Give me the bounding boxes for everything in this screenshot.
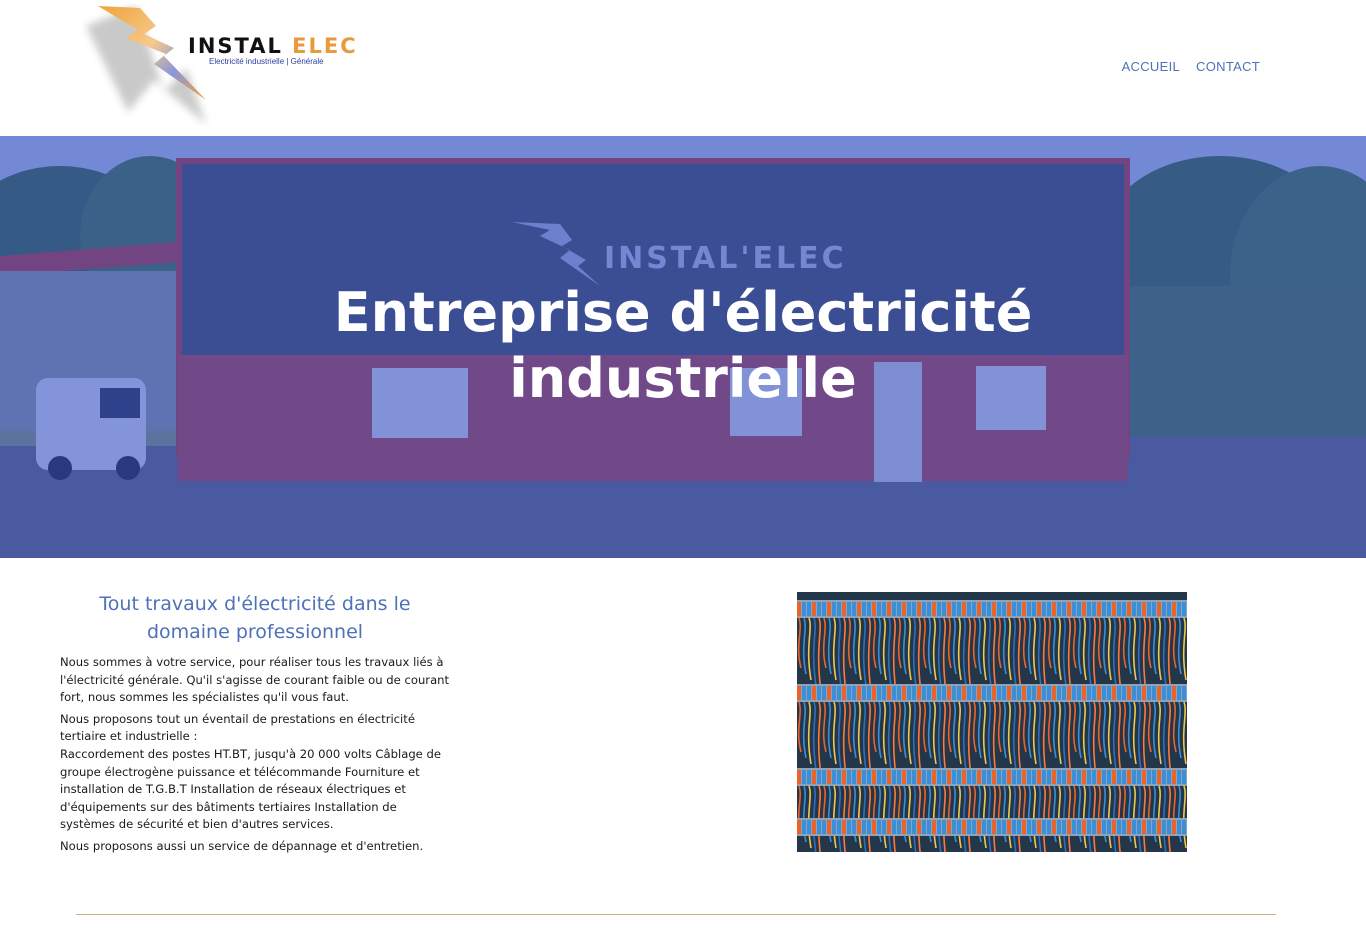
logo-title: INSTAL ELEC: [188, 34, 358, 58]
services-heading: Tout travaux d'électricité dans le domai…: [99, 593, 411, 643]
wiring-image: [797, 592, 1187, 852]
paragraph-intro: Nous sommes à votre service, pour réalis…: [60, 655, 450, 705]
logo-tagline: Electricité industrielle | Générale: [209, 57, 324, 66]
nav-link-accueil[interactable]: ACCUEIL: [1122, 59, 1180, 74]
logo[interactable]: INSTAL ELEC Electricité industrielle | G…: [82, 4, 356, 126]
section-divider: [76, 914, 1276, 915]
paragraph-depannage: Nous proposons aussi un service de dépan…: [60, 838, 424, 853]
services-section: Tout travaux d'électricité dans le domai…: [60, 590, 450, 860]
wiring-photo: [797, 592, 1187, 852]
nav-link-contact[interactable]: CONTACT: [1196, 59, 1260, 74]
hero-title: Entreprise d'électricité industrielle: [333, 281, 1033, 410]
hero-banner: INSTAL'ELEC Entreprise d'électricité ind…: [0, 136, 1366, 558]
site-header: INSTAL ELEC Electricité industrielle | G…: [0, 0, 1366, 136]
paragraph-prestations: Nous proposons tout un éventail de prest…: [60, 711, 441, 832]
main-nav: ACCUEIL CONTACT: [1122, 59, 1260, 74]
